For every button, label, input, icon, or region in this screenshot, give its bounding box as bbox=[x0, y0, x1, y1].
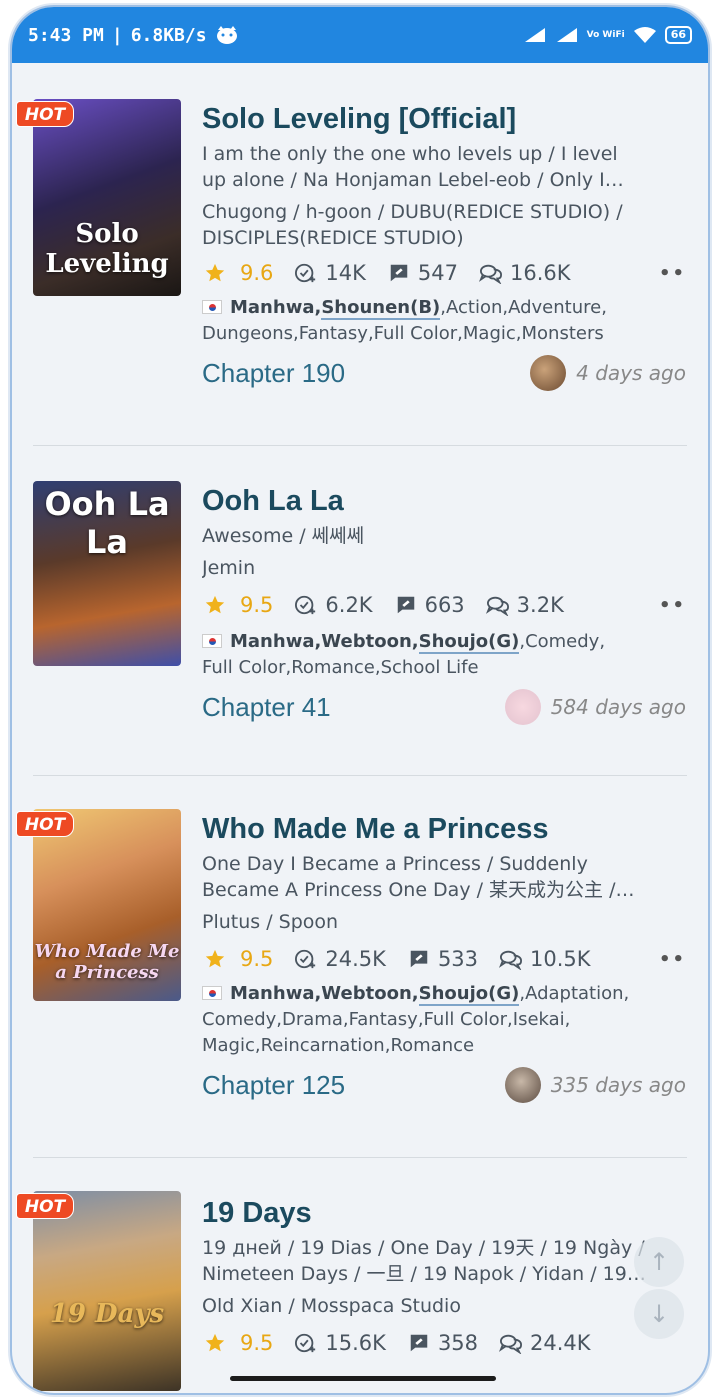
follows-count: 24.5K bbox=[325, 947, 386, 971]
comic-cover[interactable]: Solo Leveling bbox=[33, 99, 181, 296]
updated-time: 335 days ago bbox=[550, 1073, 686, 1097]
cover-title: 19 Days bbox=[49, 1299, 165, 1329]
reviews-icon bbox=[499, 950, 523, 970]
alt-titles: 19 дней / 19 Dias / One Day / 19天 / 19 N… bbox=[202, 1237, 646, 1285]
updated-info: 335 days ago bbox=[504, 1065, 686, 1105]
reviews-count: 16.6K bbox=[510, 261, 571, 285]
divider bbox=[33, 445, 687, 446]
comment-icon bbox=[390, 264, 408, 282]
follow-icon bbox=[295, 1333, 316, 1353]
updated-time: 584 days ago bbox=[550, 695, 686, 719]
comic-title[interactable]: 19 Days bbox=[202, 1195, 686, 1231]
stats-row: 9.5 15.6K 358 24.4K bbox=[202, 1327, 686, 1359]
authors: Jemin bbox=[202, 557, 256, 579]
comic-title[interactable]: Ooh La La bbox=[202, 483, 686, 519]
rating: 9.5 bbox=[240, 593, 274, 617]
follow-icon bbox=[295, 263, 316, 283]
hot-badge: HOT bbox=[16, 101, 74, 127]
stats-row: 9.5 24.5K 533 10.5K •• bbox=[202, 943, 686, 975]
hot-badge: HOT bbox=[16, 811, 74, 837]
latest-chapter-row: Chapter 125 335 days ago bbox=[202, 1065, 686, 1105]
reviews-icon bbox=[485, 596, 509, 616]
comic-cover[interactable]: Ooh La La bbox=[33, 481, 181, 666]
uploader-avatar bbox=[504, 1067, 541, 1103]
alt-titles: Awesome / 쎄쎄쎄 bbox=[202, 525, 365, 547]
comic-list[interactable]: HOT Solo Leveling Solo Leveling [Officia… bbox=[12, 63, 708, 1393]
latest-chapter-row: Chapter 190 4 days ago bbox=[202, 353, 686, 393]
comment-icon bbox=[397, 596, 414, 614]
reviews-count: 10.5K bbox=[530, 947, 591, 971]
reviews-icon bbox=[499, 1334, 523, 1354]
comments-count: 663 bbox=[424, 593, 465, 617]
stats-row: 9.5 6.2K 663 3.2K •• bbox=[202, 589, 686, 621]
star-icon bbox=[205, 949, 225, 968]
network-speed: 6.8KB/s bbox=[130, 24, 207, 46]
uploader-avatar bbox=[530, 355, 567, 391]
comments-count: 533 bbox=[437, 947, 479, 971]
stats-row: 9.6 14K 547 16.6K •• bbox=[202, 257, 686, 289]
signal-icon bbox=[524, 28, 545, 42]
star-icon bbox=[205, 595, 225, 614]
vowifi-label: Vo WiFi bbox=[586, 29, 625, 40]
cover-title: Ooh La La bbox=[44, 485, 170, 561]
status-time: 5:43 PM bbox=[28, 24, 104, 46]
rating: 9.6 bbox=[240, 261, 274, 285]
follows-count: 6.2K bbox=[325, 593, 373, 617]
more-options-icon[interactable]: •• bbox=[659, 263, 686, 284]
hot-badge: HOT bbox=[16, 1193, 74, 1219]
follow-icon bbox=[295, 949, 316, 969]
star-icon bbox=[205, 1333, 225, 1352]
phone-frame: 5:43 PM | 6.8KB/s Vo WiFi 66 HOT Solo Le… bbox=[10, 5, 710, 1395]
updated-info: 4 days ago bbox=[530, 353, 686, 393]
divider bbox=[33, 775, 687, 776]
star-icon bbox=[205, 263, 225, 282]
korea-flag-icon bbox=[202, 300, 222, 314]
cover-title: Who Made Me a Princess bbox=[34, 941, 180, 983]
korea-flag-icon bbox=[202, 634, 222, 648]
scroll-up-button[interactable]: ↑ bbox=[634, 1237, 684, 1287]
battery-icon: 66 bbox=[664, 26, 692, 44]
authors: Old Xian / Mosspaca Studio bbox=[202, 1295, 461, 1317]
genre-tags: Manhwa,Webtoon,Shoujo(G),Comedy, Full Co… bbox=[202, 631, 606, 678]
follows-count: 14K bbox=[325, 261, 366, 285]
latest-chapter[interactable]: Chapter 41 bbox=[202, 692, 331, 722]
latest-chapter-row: Chapter 41 584 days ago bbox=[202, 687, 686, 727]
more-options-icon[interactable]: •• bbox=[659, 949, 686, 970]
comment-icon bbox=[410, 1334, 428, 1352]
follow-icon bbox=[295, 595, 316, 615]
home-indicator[interactable] bbox=[230, 1376, 496, 1381]
updated-time: 4 days ago bbox=[576, 361, 686, 385]
latest-chapter[interactable]: Chapter 190 bbox=[202, 358, 345, 388]
status-bar: 5:43 PM | 6.8KB/s Vo WiFi 66 bbox=[12, 7, 708, 63]
wifi-icon bbox=[633, 27, 656, 43]
authors: Plutus / Spoon bbox=[202, 911, 339, 933]
korea-flag-icon bbox=[202, 986, 222, 1000]
comment-icon bbox=[410, 950, 428, 968]
divider bbox=[33, 1157, 687, 1158]
comments-count: 358 bbox=[437, 1331, 479, 1355]
authors: Chugong / h-goon / DUBU(REDICE STUDIO) /… bbox=[202, 201, 623, 249]
genre-tags: Manhwa,Shounen(B),Action,Adventure, Dung… bbox=[202, 297, 607, 344]
uploader-avatar bbox=[504, 689, 541, 725]
reviews-icon bbox=[478, 264, 503, 284]
comic-title[interactable]: Solo Leveling [Official] bbox=[202, 101, 686, 137]
more-options-icon[interactable]: •• bbox=[659, 595, 686, 616]
comments-count: 547 bbox=[417, 261, 458, 285]
genre-tags: Manhwa,Webtoon,Shoujo(G),Adaptation, Com… bbox=[202, 983, 630, 1056]
cat-notification-icon bbox=[216, 26, 237, 44]
updated-info: 584 days ago bbox=[504, 687, 686, 727]
comic-cover[interactable]: 19 Days bbox=[33, 1191, 181, 1391]
reviews-count: 24.4K bbox=[530, 1331, 591, 1355]
scroll-down-button[interactable]: ↓ bbox=[634, 1289, 684, 1339]
cover-title: Solo Leveling bbox=[45, 219, 169, 279]
signal-icon-2 bbox=[556, 28, 577, 42]
rating: 9.5 bbox=[240, 1331, 274, 1355]
rating: 9.5 bbox=[240, 947, 274, 971]
follows-count: 15.6K bbox=[325, 1331, 386, 1355]
comic-title[interactable]: Who Made Me a Princess bbox=[202, 811, 686, 847]
reviews-count: 3.2K bbox=[516, 593, 564, 617]
latest-chapter[interactable]: Chapter 125 bbox=[202, 1070, 345, 1100]
alt-titles: I am the only the one who levels up / I … bbox=[202, 143, 624, 191]
alt-titles: One Day I Became a Princess / Suddenly B… bbox=[202, 853, 635, 901]
